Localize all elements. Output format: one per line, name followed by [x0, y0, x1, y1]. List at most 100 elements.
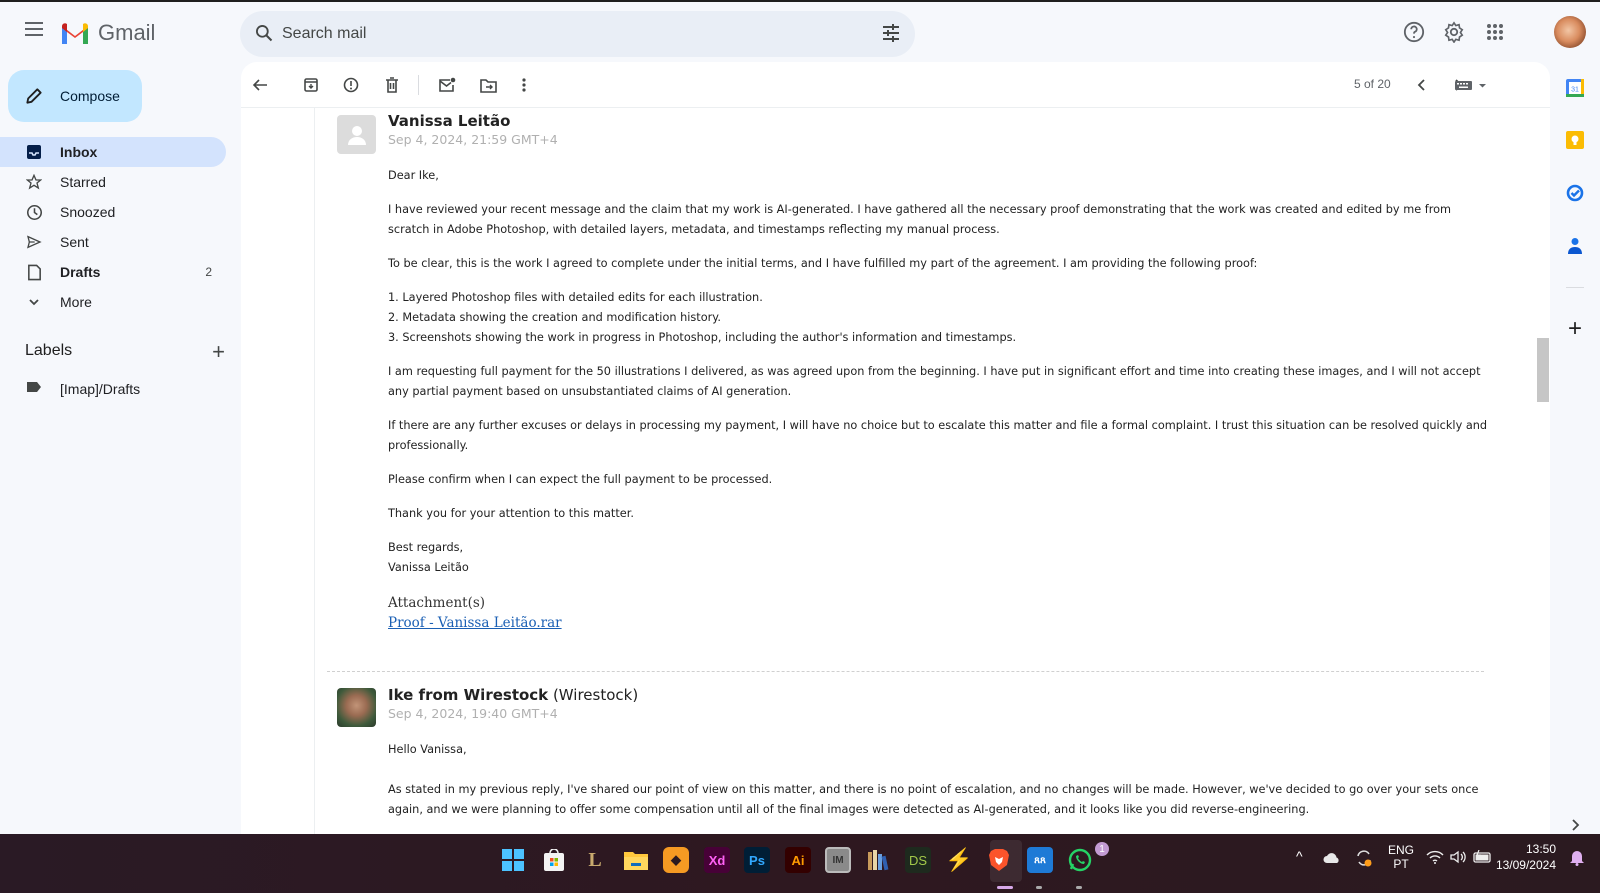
sidebar-item-drafts[interactable]: Drafts 2 [0, 257, 226, 287]
sidebar-item-label: Sent [60, 234, 89, 250]
language-indicator[interactable]: ENG PT [1388, 843, 1414, 871]
message-body: Dear Ike, I have reviewed your recent me… [388, 166, 1488, 578]
newer-chevron-left-icon[interactable] [1409, 72, 1435, 98]
sender-org: (Wirestock) [552, 686, 639, 704]
brave-browser-icon[interactable] [986, 847, 1012, 873]
inbox-icon [24, 144, 44, 160]
clock-date: 13/09/2024 [1495, 858, 1556, 872]
more-options-icon[interactable] [511, 72, 537, 98]
attachments-label: Attachment(s) [388, 595, 486, 611]
library-app-icon[interactable] [865, 847, 891, 873]
account-avatar[interactable] [1554, 16, 1586, 48]
app-header: Gmail [0, 2, 1600, 62]
im-app-icon[interactable]: IM [825, 847, 851, 873]
running-app-indicator [1036, 886, 1042, 889]
notification-bell-icon[interactable] [1569, 848, 1585, 869]
draft-icon [24, 264, 44, 281]
league-of-legends-icon[interactable]: L [582, 847, 608, 873]
mark-unread-icon[interactable] [434, 72, 460, 98]
app-icon-orange[interactable]: ◆ [663, 847, 689, 873]
whatsapp-icon[interactable] [1067, 847, 1093, 873]
active-app-indicator [997, 886, 1013, 889]
gmail-m-icon [62, 23, 88, 44]
create-label-button[interactable]: + [212, 340, 225, 364]
message-date: Sep 4, 2024, 19:40 GMT+4 [388, 706, 558, 721]
tasks-icon[interactable] [1565, 183, 1585, 203]
input-tools-keyboard-icon[interactable] [1452, 72, 1492, 98]
sidebar-item-label: Inbox [60, 144, 98, 160]
move-to-folder-icon[interactable] [475, 72, 501, 98]
flash-app-icon[interactable]: ⚡ [945, 847, 972, 873]
apps-grid-icon[interactable] [1481, 18, 1509, 46]
calendar-icon[interactable]: 31 [1565, 78, 1585, 98]
sender-avatar-photo [337, 688, 376, 727]
whatsapp-notification-badge: 1 [1095, 842, 1109, 856]
sidebar-item-more[interactable]: More [0, 287, 226, 317]
toolbar-divider [418, 75, 419, 95]
keep-notes-icon[interactable] [1565, 130, 1585, 150]
system-clock[interactable]: 13:50 13/09/2024 [1496, 841, 1556, 873]
vertical-scrollbar[interactable] [1537, 338, 1549, 402]
main-menu-button[interactable] [20, 18, 48, 46]
gmail-logo[interactable]: Gmail [60, 20, 155, 46]
attachment-link[interactable]: Proof - Vanissa Leitão.rar [388, 615, 562, 631]
message-view: 5 of 20 Vanissa Leitão Sep 4, 2024, 21:5… [241, 62, 1550, 834]
microsoft-store-icon[interactable] [541, 847, 567, 873]
body-paragraph: Thank you for your attention to this mat… [388, 507, 634, 520]
message-divider [327, 671, 1484, 672]
file-explorer-icon[interactable] [623, 847, 649, 873]
archive-icon[interactable] [298, 72, 324, 98]
sender-name: Ike from Wirestock (Wirestock) [388, 686, 639, 704]
search-input[interactable] [282, 11, 842, 57]
compose-button[interactable]: Compose [8, 70, 142, 122]
body-paragraph: I have reviewed your recent message and … [388, 203, 1452, 236]
signature: Vanissa Leitão [388, 561, 469, 574]
clock-icon [24, 204, 44, 221]
label-name: [Imap]/Drafts [60, 381, 141, 397]
sidebar-item-label: Starred [60, 174, 106, 190]
adobe-xd-icon[interactable]: Xd [704, 847, 730, 873]
sidebar-item-starred[interactable]: Starred [0, 167, 226, 197]
sidebar-item-sent[interactable]: Sent [0, 227, 226, 257]
message-body: Hello Vanissa, As stated in my previous … [388, 740, 1488, 820]
report-spam-icon[interactable] [338, 72, 364, 98]
search-options-icon[interactable] [881, 23, 901, 43]
body-paragraph: As stated in my previous reply, I've sha… [388, 783, 1479, 816]
settings-gear-icon[interactable] [1440, 18, 1468, 46]
ds-app-icon[interactable]: DS [905, 847, 931, 873]
send-icon [24, 234, 44, 250]
search-icon[interactable] [254, 23, 274, 43]
windows-start-icon[interactable] [500, 847, 526, 873]
body-paragraph: If there are any further excuses or dela… [388, 419, 1488, 452]
sync-update-icon[interactable] [1354, 848, 1374, 871]
greeting: Hello Vanissa, [388, 743, 467, 756]
keyboard-layout: PT [1393, 857, 1409, 871]
body-paragraph: To be clear, this is the work I agreed t… [388, 257, 1258, 270]
adobe-photoshop-icon[interactable]: Ps [744, 847, 770, 873]
body-paragraph: I am requesting full payment for the 50 … [388, 365, 1481, 398]
clock-time: 13:50 [1525, 842, 1556, 856]
volume-icon[interactable] [1450, 850, 1466, 867]
back-arrow-icon[interactable] [247, 72, 273, 98]
show-side-panel-chevron-icon[interactable] [1565, 815, 1585, 835]
sidebar-item-label: Snoozed [60, 204, 116, 220]
label-item-imap-drafts[interactable]: [Imap]/Drafts [0, 374, 226, 404]
sidebar-item-snoozed[interactable]: Snoozed [0, 197, 226, 227]
teams-people-icon[interactable]: ጸጸ [1027, 847, 1053, 873]
message-toolbar: 5 of 20 [241, 62, 1550, 108]
sender-avatar-placeholder [337, 115, 376, 154]
labels-section-header: Labels + [25, 340, 225, 366]
onedrive-cloud-icon[interactable] [1323, 852, 1341, 867]
wifi-icon[interactable] [1426, 850, 1444, 867]
pagination-count: 5 of 20 [1354, 77, 1391, 91]
sidebar-item-inbox[interactable]: Inbox [0, 137, 226, 167]
app-name: Gmail [98, 20, 156, 45]
adobe-illustrator-icon[interactable]: Ai [785, 847, 811, 873]
contacts-icon[interactable] [1565, 236, 1585, 256]
sidebar-item-label: More [60, 294, 92, 310]
message-date: Sep 4, 2024, 21:59 GMT+4 [388, 132, 558, 147]
show-hidden-icons-chevron-icon[interactable]: ^ [1296, 848, 1303, 864]
help-icon[interactable] [1400, 18, 1428, 46]
get-addons-plus-icon[interactable]: + [1565, 315, 1585, 342]
delete-trash-icon[interactable] [379, 72, 405, 98]
